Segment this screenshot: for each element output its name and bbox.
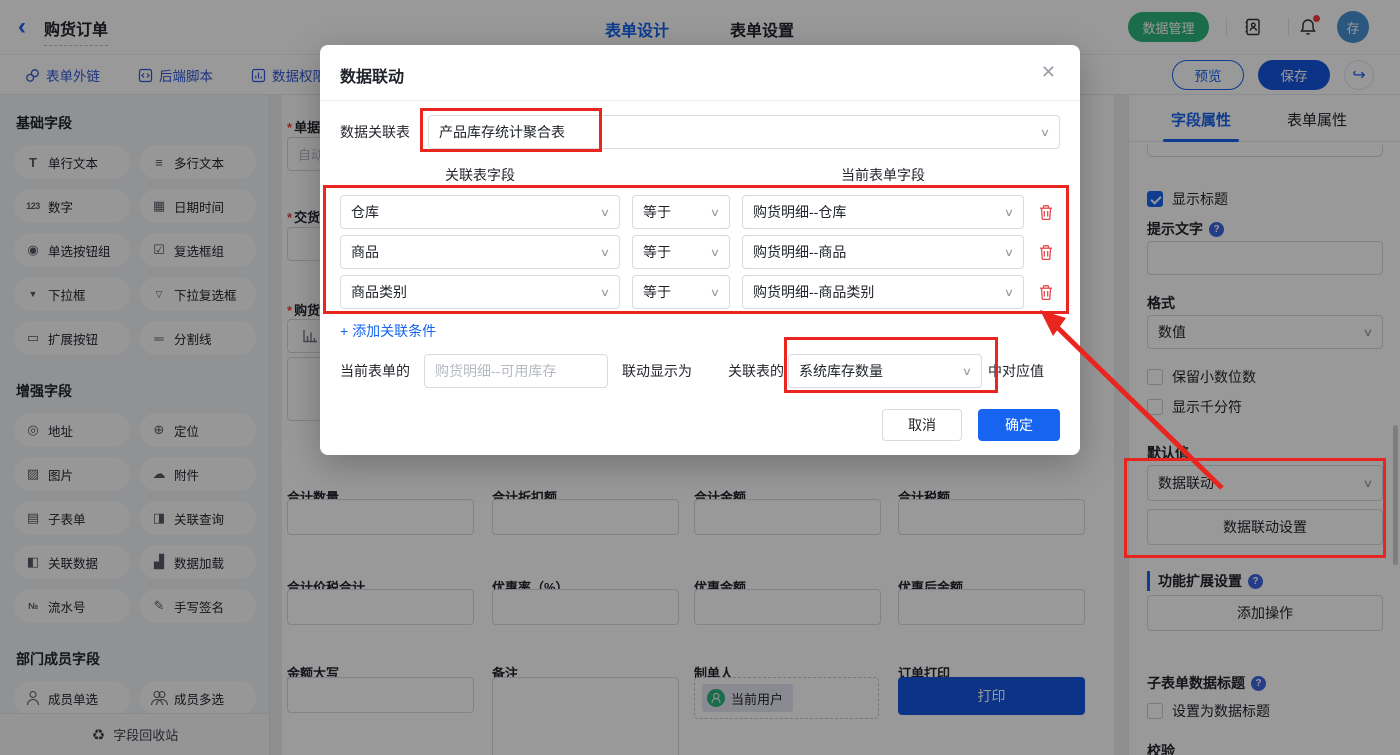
confirm-button[interactable]: 确定 bbox=[978, 409, 1060, 441]
close-icon[interactable]: ✕ bbox=[1041, 62, 1056, 83]
chevron-down-icon: ∨ bbox=[599, 286, 611, 299]
modal-title: 数据联动 bbox=[340, 69, 405, 86]
delete-condition-icon[interactable] bbox=[1036, 242, 1056, 262]
relation-table-label: 数据关联表 bbox=[340, 124, 410, 140]
display-as-label: 联动显示为 bbox=[622, 363, 692, 379]
corresponding-value-label: 中对应值 bbox=[988, 363, 1044, 379]
operator-select-1[interactable]: 等于 ∨ bbox=[632, 235, 730, 269]
relation-field-select-2[interactable]: 商品类别 ∨ bbox=[340, 275, 620, 309]
form-field-select-0[interactable]: 购货明细--仓库 ∨ bbox=[742, 195, 1024, 229]
chevron-down-icon: ∨ bbox=[1003, 286, 1015, 299]
current-form-prefix: 当前表单的 bbox=[340, 363, 410, 379]
current-form-field-input[interactable]: 购货明细--可用库存 bbox=[424, 354, 608, 388]
chevron-down-icon: ∨ bbox=[1003, 206, 1015, 219]
condition-row: 仓库 ∨ 等于 ∨ 购货明细--仓库 ∨ bbox=[340, 195, 1060, 229]
chevron-down-icon: ∨ bbox=[709, 246, 721, 259]
add-condition-link[interactable]: + 添加关联条件 bbox=[340, 321, 436, 341]
form-field-select-1[interactable]: 购货明细--商品 ∨ bbox=[742, 235, 1024, 269]
delete-condition-icon[interactable] bbox=[1036, 202, 1056, 222]
operator-select-2[interactable]: 等于 ∨ bbox=[632, 275, 730, 309]
condition-row: 商品类别 ∨ 等于 ∨ 购货明细--商品类别 ∨ bbox=[340, 275, 1060, 309]
condition-row: 商品 ∨ 等于 ∨ 购货明细--商品 ∨ bbox=[340, 235, 1060, 269]
relation-field-select-0[interactable]: 仓库 ∨ bbox=[340, 195, 620, 229]
modal-header: 数据联动 ✕ bbox=[320, 45, 1080, 101]
plus-icon: + bbox=[340, 323, 349, 339]
chevron-down-icon: ∨ bbox=[599, 206, 611, 219]
cancel-button[interactable]: 取消 bbox=[882, 409, 962, 441]
form-field-select-2[interactable]: 购货明细--商品类别 ∨ bbox=[742, 275, 1024, 309]
right-column-header: 当前表单字段 bbox=[841, 167, 925, 183]
relation-field-select-1[interactable]: 商品 ∨ bbox=[340, 235, 620, 269]
relation-of-label: 关联表的 bbox=[728, 363, 784, 379]
left-column-header: 关联表字段 bbox=[445, 167, 515, 183]
chevron-down-icon: ∨ bbox=[709, 206, 721, 219]
operator-select-0[interactable]: 等于 ∨ bbox=[632, 195, 730, 229]
chevron-down-icon: ∨ bbox=[599, 246, 611, 259]
relation-field-select[interactable]: 系统库存数量 ∨ bbox=[788, 354, 982, 388]
delete-condition-icon[interactable] bbox=[1036, 282, 1056, 302]
chevron-down-icon: ∨ bbox=[709, 286, 721, 299]
condition-column-headers: 关联表字段 当前表单字段 bbox=[340, 165, 1060, 185]
chevron-down-icon: ∨ bbox=[961, 365, 973, 378]
chevron-down-icon: ∨ bbox=[1003, 246, 1015, 259]
chevron-down-icon: ∨ bbox=[1039, 126, 1051, 139]
relation-table-select[interactable]: 产品库存统计聚合表 ∨ bbox=[428, 115, 1060, 149]
data-linkage-modal: 数据联动 ✕ 数据关联表 产品库存统计聚合表 ∨ 关联表字段 当前表单字段 仓库 ∨… bbox=[320, 45, 1080, 455]
form-designer-app: ‹ 购货订单 表单设计 表单设置 数据管理 存 表单外链 后端脚本 数据权限 预览 … bbox=[0, 0, 1400, 755]
